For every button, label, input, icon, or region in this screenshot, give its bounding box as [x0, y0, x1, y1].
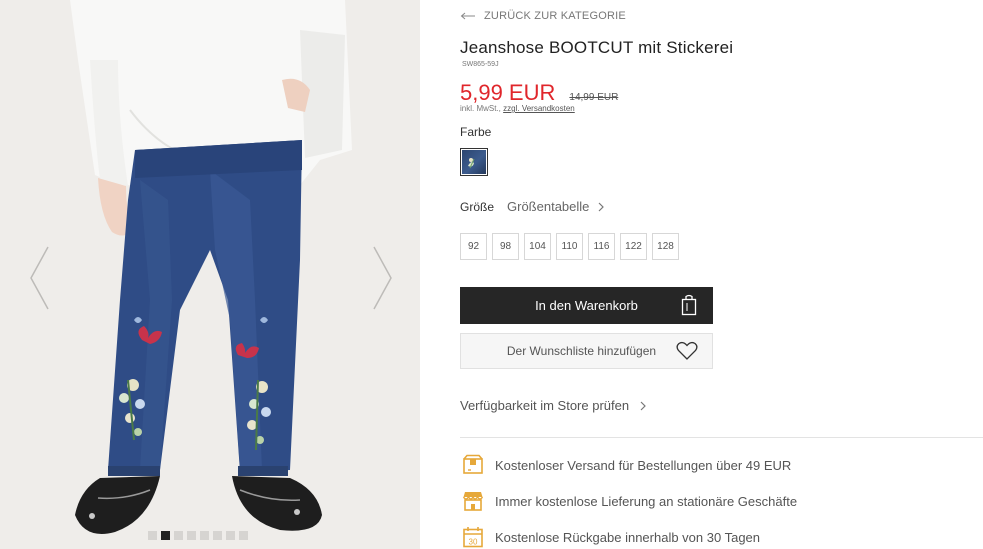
color-swatch-denim[interactable] [460, 148, 488, 176]
add-to-cart-label: In den Warenkorb [535, 298, 638, 313]
price-row: 5,99 EUR 14,99 EUR [460, 80, 618, 106]
size-option-104[interactable]: 104 [524, 233, 551, 260]
tax-info: inkl. MwSt., zzgl. Versandkosten [460, 104, 575, 113]
store-availability-label: Verfügbarkeit im Store prüfen [460, 398, 630, 413]
gallery-dot[interactable] [148, 531, 157, 540]
product-sku: SW865-59J [462, 61, 499, 68]
shipping-costs-link[interactable]: zzgl. Versandkosten [503, 104, 575, 113]
add-to-wishlist-button[interactable]: Der Wunschliste hinzufügen [460, 333, 713, 369]
add-to-wishlist-label: Der Wunschliste hinzufügen [506, 344, 657, 358]
store-icon [460, 489, 486, 513]
benefit-free-shipping: Kostenloser Versand für Bestellungen übe… [460, 453, 791, 477]
gallery-dot[interactable] [187, 531, 196, 540]
chevron-right-icon[interactable] [372, 245, 394, 311]
product-photo [0, 0, 420, 549]
swatch-image [462, 150, 486, 174]
size-option-116[interactable]: 116 [588, 233, 615, 260]
gallery-dot[interactable] [239, 531, 248, 540]
color-label: Farbe [460, 125, 492, 139]
size-options: 92 98 104 110 116 122 128 [460, 233, 679, 260]
size-option-92[interactable]: 92 [460, 233, 487, 260]
gallery-dot-active[interactable] [161, 531, 170, 540]
old-price: 14,99 EUR [569, 92, 619, 103]
product-title: Jeanshose BOOTCUT mit Stickerei [460, 38, 734, 57]
back-to-category-link[interactable]: ZURÜCK ZUR KATEGORIE [460, 10, 626, 22]
size-option-122[interactable]: 122 [620, 233, 647, 260]
size-option-128[interactable]: 128 [652, 233, 679, 260]
shipping-box-icon [460, 453, 486, 477]
product-details-panel: ZURÜCK ZUR KATEGORIE Jeanshose BOOTCUT m… [460, 0, 983, 549]
size-option-110[interactable]: 110 [556, 233, 583, 260]
benefit-free-returns: 30 Kostenlose Rückgabe innerhalb von 30 … [460, 525, 760, 549]
gallery-dot[interactable] [200, 531, 209, 540]
arrow-left-icon [460, 12, 475, 20]
calendar-30-icon: 30 [460, 525, 486, 549]
size-row: Größe Größentabelle [460, 199, 605, 214]
gallery-dot[interactable] [213, 531, 222, 540]
size-option-98[interactable]: 98 [492, 233, 519, 260]
chevron-right-icon [640, 401, 646, 410]
benefit-store-delivery: Immer kostenlose Lieferung an stationäre… [460, 489, 797, 513]
benefit-text: Kostenloser Versand für Bestellungen übe… [495, 457, 792, 473]
chevron-right-icon[interactable] [597, 201, 605, 213]
benefit-text: Immer kostenlose Lieferung an stationäre… [495, 493, 798, 509]
size-chart-link[interactable]: Größentabelle [507, 199, 589, 214]
chevron-left-icon[interactable] [28, 245, 50, 311]
calendar-badge: 30 [469, 538, 478, 547]
benefit-text: Kostenlose Rückgabe innerhalb von 30 Tag… [495, 529, 761, 545]
heart-icon [676, 341, 698, 360]
shopping-bag-icon [681, 294, 697, 316]
gallery-dot[interactable] [174, 531, 183, 540]
gallery-pagination [148, 531, 248, 540]
gallery-dot[interactable] [226, 531, 235, 540]
tax-prefix: inkl. MwSt., [460, 104, 501, 113]
size-label: Größe [460, 199, 495, 214]
divider [460, 437, 983, 438]
current-price: 5,99 EUR [460, 80, 556, 105]
add-to-cart-button[interactable]: In den Warenkorb [460, 287, 713, 324]
store-availability-link[interactable]: Verfügbarkeit im Store prüfen [460, 398, 647, 413]
product-image-gallery[interactable] [0, 0, 420, 549]
back-label: ZURÜCK ZUR KATEGORIE [484, 10, 626, 22]
